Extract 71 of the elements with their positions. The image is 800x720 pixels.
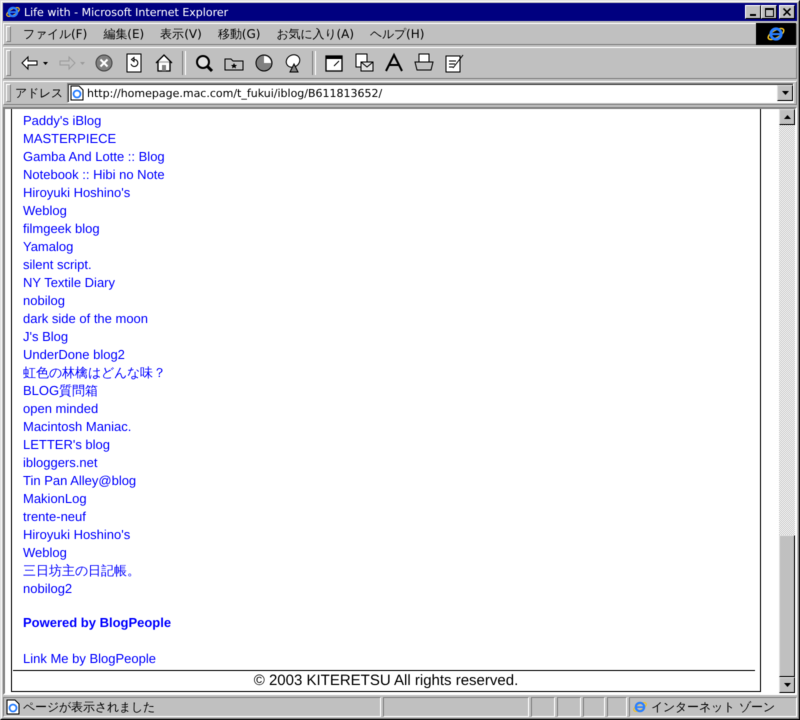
dropdown-button[interactable] (777, 85, 793, 101)
stop-icon (93, 52, 115, 74)
link-me-link[interactable]: Link Me by BlogPeople (23, 650, 156, 668)
menu-item[interactable]: ヘルプ(H) (362, 24, 432, 44)
ie-logo-icon (632, 699, 648, 715)
blog-link[interactable]: J's Blog (23, 328, 68, 346)
blog-link[interactable]: Macintosh Maniac. (23, 418, 132, 436)
blog-link[interactable]: MASTERPIECE (23, 130, 116, 148)
close-icon (783, 8, 791, 16)
menu-item[interactable]: ファイル(F) (15, 24, 96, 44)
blog-link[interactable]: filmgeek blog (23, 220, 100, 238)
blog-link[interactable]: UnderDone blog2 (23, 346, 125, 364)
up-arrow-icon (784, 115, 790, 119)
zone-label: インターネット ゾーン (651, 698, 775, 716)
page-icon (70, 85, 84, 101)
menu-item[interactable]: 編集(E) (95, 24, 152, 44)
menu-item[interactable]: お気に入り(A) (268, 24, 362, 44)
caret-icon (782, 91, 788, 95)
powered-by-link[interactable]: Powered by BlogPeople (23, 614, 172, 632)
window-title: Life with - Microsoft Internet Explorer (24, 6, 230, 18)
blog-link[interactable]: Weblog (23, 202, 67, 220)
menu-item[interactable]: 表示(V) (152, 24, 210, 44)
caret-icon (80, 62, 85, 64)
vertical-scrollbar[interactable] (779, 109, 795, 693)
scroll-down-button[interactable] (779, 677, 795, 693)
blog-link[interactable]: dark side of the moon (23, 310, 148, 328)
address-field[interactable]: http://homepage.mac.com/t_fukui/iblog/B611813652/ (67, 83, 794, 103)
blog-link[interactable]: Weblog (23, 544, 67, 562)
blog-link[interactable]: BLOG質問箱 (23, 382, 98, 400)
caret-icon (43, 62, 48, 64)
page-icon (6, 699, 20, 715)
ie-logo-icon (5, 4, 21, 20)
blog-link[interactable]: LETTER's blog (23, 436, 110, 454)
blog-link[interactable]: MakionLog (23, 490, 87, 508)
font-icon (383, 52, 405, 74)
blog-link[interactable]: Yamalog (23, 238, 74, 256)
blog-link[interactable]: Tin Pan Alley@blog (23, 472, 136, 490)
blog-link[interactable]: NY Textile Diary (23, 274, 115, 292)
search-icon (193, 52, 215, 74)
home-icon (153, 52, 175, 74)
blog-link[interactable]: ibloggers.net (23, 454, 98, 472)
blog-link[interactable]: silent script. (23, 256, 92, 274)
blog-link[interactable]: trente-neuf (23, 508, 86, 526)
address-label: アドレス (15, 84, 64, 102)
blog-link[interactable]: Gamba And Lotte :: Blog (23, 148, 165, 166)
blog-link[interactable]: nobilog (23, 292, 65, 310)
blog-link[interactable]: Hiroyuki Hoshino's (23, 526, 130, 544)
edit-icon (443, 52, 465, 74)
scroll-thumb[interactable] (779, 535, 795, 677)
blog-link[interactable]: Notebook :: Hibi no Note (23, 166, 165, 184)
blog-link[interactable]: Hiroyuki Hoshino's (23, 184, 130, 202)
status-panel (583, 697, 605, 717)
close-button[interactable] (779, 5, 795, 19)
status-panel (531, 697, 555, 717)
mail-icon (353, 52, 375, 74)
down-arrow-icon (784, 683, 790, 687)
minimize-button[interactable] (745, 5, 761, 19)
maximize-icon (764, 8, 774, 16)
status-panel (557, 697, 581, 717)
scroll-up-button[interactable] (779, 109, 795, 125)
blog-link[interactable]: nobilog2 (23, 580, 72, 598)
blog-link[interactable]: 三日坊主の日記帳。 (23, 562, 140, 580)
blog-link[interactable]: Paddy's iBlog (23, 112, 102, 130)
status-message: ページが表示されました (23, 698, 155, 716)
status-panel (607, 697, 627, 717)
copyright-text: © 2003 KITERETSU All rights reserved. (252, 672, 520, 689)
blog-link[interactable]: open minded (23, 400, 98, 418)
menu-item[interactable]: 移動(G) (210, 24, 268, 44)
blog-link[interactable]: 虹色の林檎はどんな味？ (23, 364, 166, 382)
maximize-button[interactable] (761, 5, 777, 19)
clock-icon (253, 52, 275, 74)
